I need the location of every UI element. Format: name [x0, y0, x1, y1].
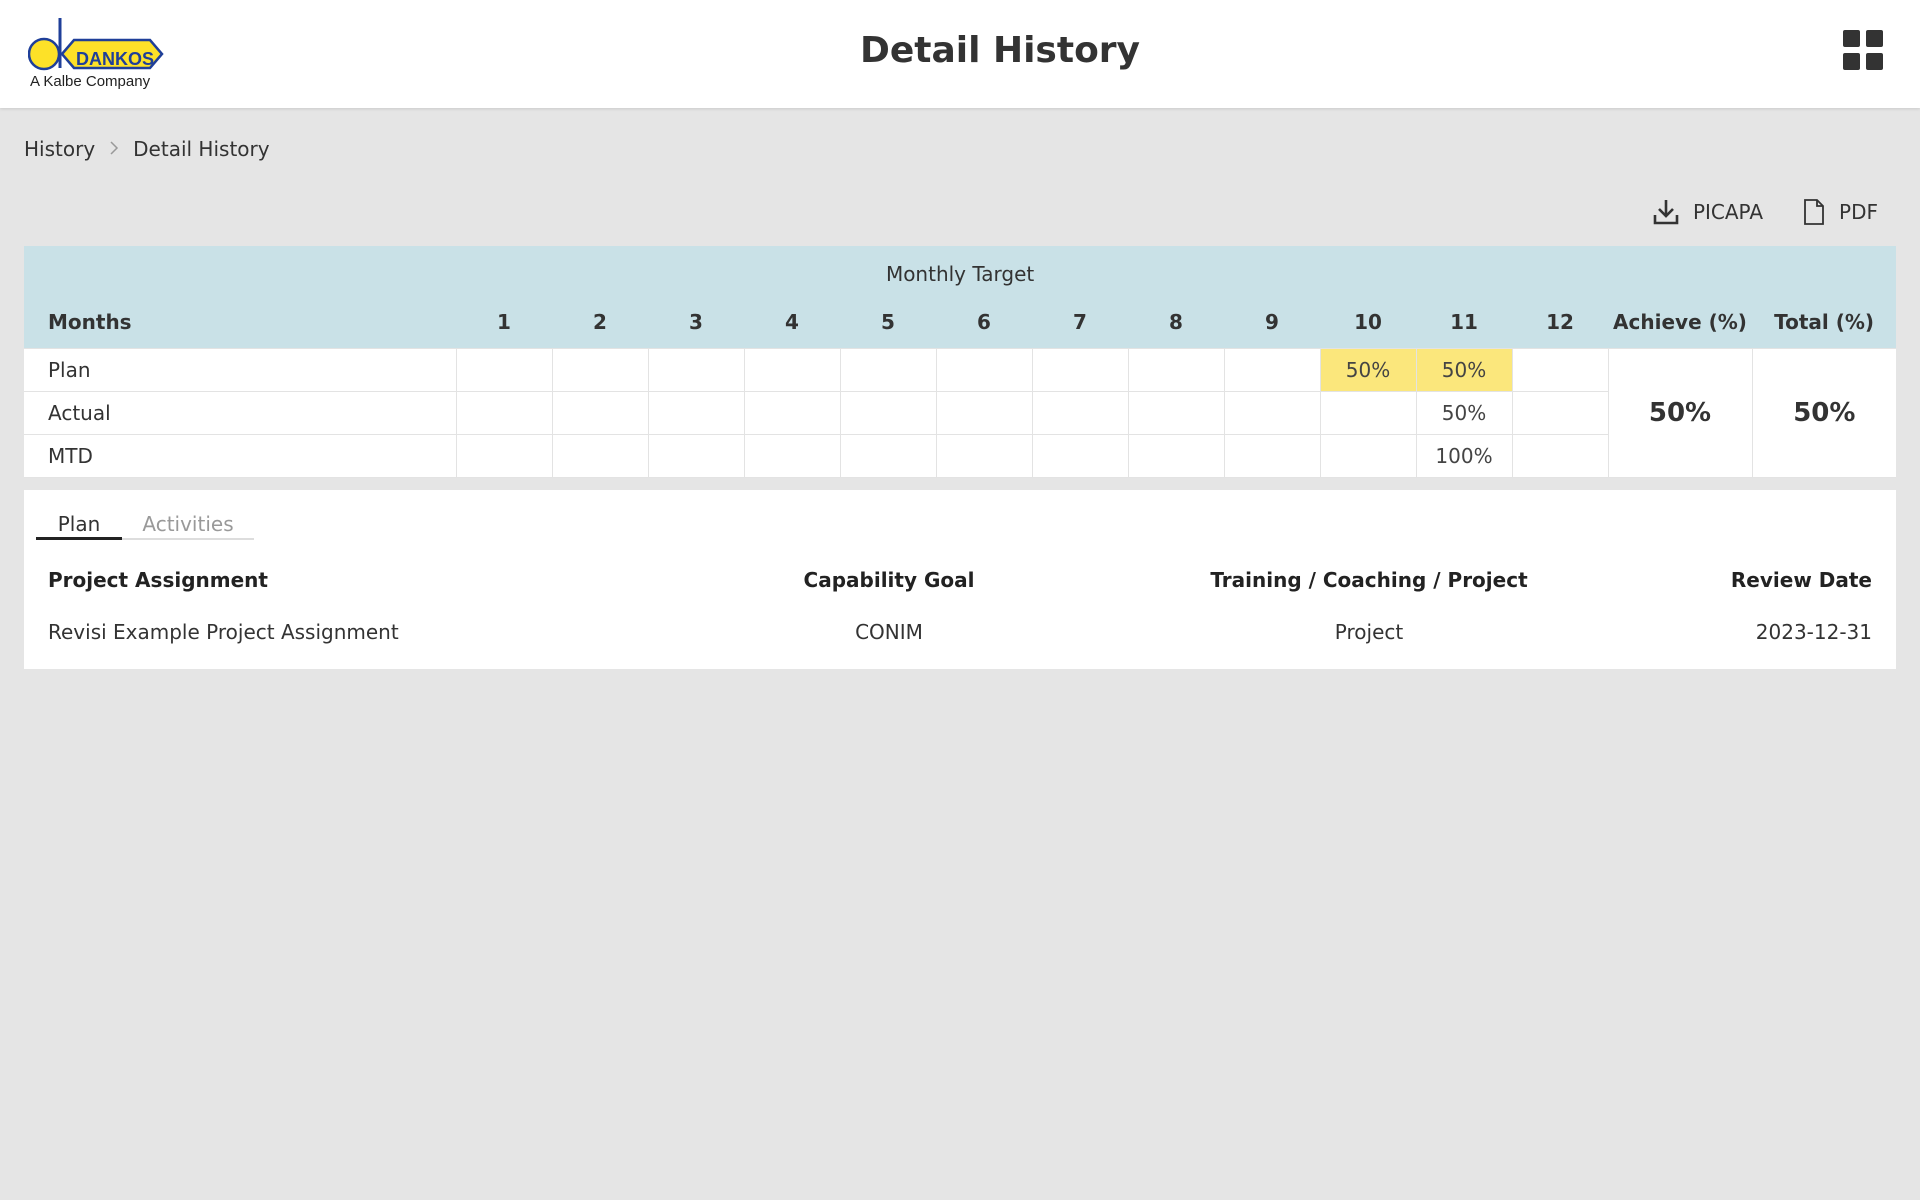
tab-plan[interactable]: Plan: [36, 510, 122, 540]
column-header-month: 7: [1032, 296, 1128, 348]
plan-table-header: Project Assignment Capability Goal Train…: [24, 556, 1896, 604]
month-cell: [1127, 347, 1225, 392]
picapa-label: PICAPA: [1692, 200, 1764, 224]
column-header-month: 8: [1128, 296, 1224, 348]
table-row: Revisi Example Project Assignment CONIM …: [24, 604, 1896, 660]
month-cell: [1031, 390, 1129, 435]
month-cell: [1319, 433, 1417, 478]
grid-cell: [1866, 53, 1883, 70]
row-label: Actual: [24, 390, 457, 435]
month-cell: [743, 347, 841, 392]
picapa-button[interactable]: PICAPA: [1653, 198, 1763, 226]
pdf-button[interactable]: PDF: [1803, 198, 1878, 226]
month-cell: [1127, 390, 1225, 435]
month-cell: [1511, 390, 1609, 435]
month-cell: [1511, 433, 1609, 478]
column-header-training-type: Training / Coaching / Project: [1210, 568, 1528, 592]
project-assignment-cell: Revisi Example Project Assignment: [48, 620, 399, 644]
month-cell: [1223, 347, 1321, 392]
month-cell: [647, 433, 745, 478]
month-cell-highlighted: 50%: [1319, 347, 1417, 392]
column-header-capability-goal: Capability Goal: [803, 568, 975, 592]
column-header-month: 5: [840, 296, 936, 348]
achieve-value: 50%: [1607, 347, 1753, 478]
review-date-cell: 2023-12-31: [1755, 620, 1872, 644]
grid-cell: [1866, 30, 1883, 47]
monthly-target-table: Monthly Target Months 1 2 3 4 5 6 7 8 9 …: [24, 246, 1897, 478]
month-cell: [551, 390, 649, 435]
row-label: MTD: [24, 433, 457, 478]
column-header-month: 6: [936, 296, 1032, 348]
month-cell: [935, 347, 1033, 392]
breadcrumb-history[interactable]: History: [24, 137, 95, 161]
month-cell: [1511, 347, 1609, 392]
month-cell: [743, 390, 841, 435]
month-cell: [1031, 433, 1129, 478]
column-header-month: 9: [1224, 296, 1320, 348]
tab-bar: Plan Activities: [36, 510, 254, 540]
month-cell: 50%: [1415, 390, 1513, 435]
column-header-month: 10: [1320, 296, 1416, 348]
column-header-achieve: Achieve (%): [1608, 296, 1752, 348]
breadcrumb: History Detail History: [24, 136, 270, 162]
column-header-month: 12: [1512, 296, 1608, 348]
top-bar: DANKOS A Kalbe Company Detail History: [0, 0, 1920, 108]
month-cell: [455, 433, 553, 478]
tab-activities[interactable]: Activities: [122, 510, 254, 540]
column-header-project-assignment: Project Assignment: [48, 568, 268, 592]
month-cell: [1127, 433, 1225, 478]
month-cell: [935, 390, 1033, 435]
logo-subtitle: A Kalbe Company: [30, 73, 151, 90]
table-header-row: Months 1 2 3 4 5 6 7 8 9 10 11 12 Achiev…: [24, 296, 1897, 348]
month-cell: [647, 390, 745, 435]
page-title: Detail History: [859, 30, 1141, 71]
total-value: 50%: [1751, 347, 1897, 478]
column-header-month: 3: [648, 296, 744, 348]
month-cell: [647, 347, 745, 392]
plan-table: Project Assignment Capability Goal Train…: [24, 556, 1896, 660]
month-cell: [839, 390, 937, 435]
month-cell: [1223, 390, 1321, 435]
plan-panel: Plan Activities Project Assignment Capab…: [24, 490, 1896, 669]
month-cell: [839, 433, 937, 478]
month-cell: [551, 433, 649, 478]
month-cell: 100%: [1415, 433, 1513, 478]
column-header-month: 4: [744, 296, 840, 348]
column-header-months: Months: [24, 296, 456, 348]
download-icon: [1653, 198, 1679, 226]
grid-cell: [1843, 53, 1860, 70]
month-cell: [839, 347, 937, 392]
pdf-label: PDF: [1839, 200, 1878, 224]
month-cell: [743, 433, 841, 478]
month-cell: [1223, 433, 1321, 478]
monthly-target-title: Monthly Target: [24, 246, 1897, 296]
month-cell: [551, 347, 649, 392]
chevron-right-icon: [109, 139, 119, 160]
grid-menu-icon[interactable]: [1843, 30, 1883, 70]
training-type-cell: Project: [1334, 620, 1404, 644]
month-cell: [1319, 390, 1417, 435]
table-row-plan: Plan 50% 50% 50% 50%: [24, 347, 1897, 478]
month-cell: [455, 390, 553, 435]
column-header-month: 2: [552, 296, 648, 348]
grid-cell: [1843, 30, 1860, 47]
breadcrumb-current: Detail History: [133, 137, 270, 161]
column-header-month: 11: [1416, 296, 1512, 348]
month-cell: [935, 433, 1033, 478]
month-cell-highlighted: 50%: [1415, 347, 1513, 392]
column-header-month: 1: [456, 296, 552, 348]
row-label: Plan: [24, 347, 457, 392]
column-header-total: Total (%): [1752, 296, 1897, 348]
column-header-review-date: Review Date: [1730, 568, 1872, 592]
capability-goal-cell: CONIM: [855, 620, 923, 644]
month-cell: [455, 347, 553, 392]
month-cell: [1031, 347, 1129, 392]
action-bar: PICAPA PDF: [1653, 196, 1878, 228]
file-icon: [1803, 198, 1825, 226]
